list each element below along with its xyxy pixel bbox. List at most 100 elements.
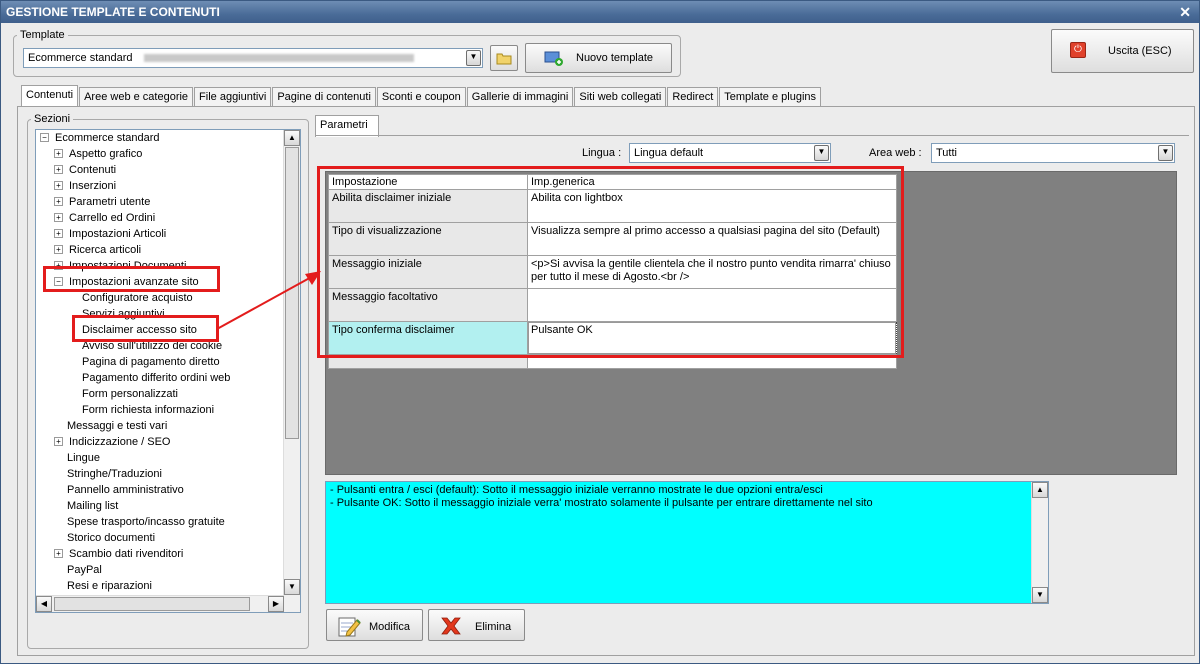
description-box[interactable]: - Pulsanti entra / esci (default): Sotto…	[325, 481, 1049, 604]
tab-template-plugins[interactable]: Template e plugins	[719, 87, 822, 107]
collapse-icon[interactable]: −	[40, 133, 49, 142]
tab-parametri[interactable]: Parametri	[315, 115, 379, 137]
tree-item-label: Scambio dati rivenditori	[69, 548, 184, 560]
tree-item-resi-riparazioni[interactable]: Resi e riparazioni	[67, 578, 152, 594]
template-select[interactable]: Ecommerce standard ▼	[23, 48, 483, 68]
tree-item-inserzioni[interactable]: + Inserzioni	[54, 178, 116, 194]
tree-item-stringhe-traduzioni[interactable]: Stringhe/Traduzioni	[67, 466, 162, 482]
tree-item-pagina-pagamento-diretto[interactable]: Pagina di pagamento diretto	[82, 354, 220, 370]
template-select-value: Ecommerce standard	[28, 52, 133, 64]
tree-item-lingue[interactable]: Lingue	[67, 450, 100, 466]
tree-item-paypal[interactable]: PayPal	[67, 562, 102, 578]
scroll-right-icon[interactable]: ▶	[268, 596, 284, 612]
expand-icon[interactable]: +	[54, 213, 63, 222]
tab-aree-web[interactable]: Aree web e categorie	[79, 87, 194, 107]
tree-horizontal-scrollbar[interactable]: ◀ ▶	[36, 595, 284, 612]
expand-icon[interactable]: +	[54, 181, 63, 190]
tree-item-impostazioni-articoli[interactable]: + Impostazioni Articoli	[54, 226, 166, 242]
scroll-left-icon[interactable]: ◀	[36, 596, 52, 612]
tree-item-label: Aspetto grafico	[69, 148, 143, 160]
tree-item-form-personalizzati[interactable]: Form personalizzati	[82, 386, 178, 402]
area-web-select[interactable]: Tutti ▼	[931, 143, 1175, 163]
lingua-label: Lingua :	[582, 147, 622, 159]
main-window: GESTIONE TEMPLATE E CONTENUTI ✕ Template…	[0, 0, 1200, 664]
new-template-button[interactable]: Nuovo template	[525, 43, 672, 73]
tree-item-carrello-ordini[interactable]: + Carrello ed Ordini	[54, 210, 155, 226]
tree-item-configuratore-acquisto[interactable]: Configuratore acquisto	[82, 290, 193, 306]
expand-icon[interactable]: +	[54, 245, 63, 254]
expand-icon[interactable]: +	[54, 149, 63, 158]
hscroll-thumb[interactable]	[54, 597, 250, 611]
tree-item-mailing-list[interactable]: Mailing list	[67, 498, 118, 514]
lingua-select[interactable]: Lingua default ▼	[629, 143, 831, 163]
exit-label: Uscita (ESC)	[1108, 45, 1172, 57]
tree-item-label: Pagamento differito ordini web	[82, 372, 231, 384]
title-bar: GESTIONE TEMPLATE E CONTENUTI ✕	[1, 1, 1199, 23]
new-template-label: Nuovo template	[576, 52, 654, 64]
tree-item-ecommerce-standard[interactable]: − Ecommerce standard	[40, 130, 160, 146]
tree-item-label: Messaggi e testi vari	[67, 420, 168, 432]
scroll-down-icon[interactable]: ▼	[284, 579, 300, 595]
tree-vertical-scrollbar[interactable]: ▲ ▼	[283, 130, 300, 612]
tree-item-pagamento-differito[interactable]: Pagamento differito ordini web	[82, 370, 230, 386]
sections-group-label: Sezioni	[31, 113, 74, 125]
tree-item-spese-trasporto[interactable]: Spese trasporto/incasso gratuite	[67, 514, 225, 530]
tree-item-storico-documenti[interactable]: Storico documenti	[67, 530, 155, 546]
tree-item-label: Contenuti	[69, 164, 117, 176]
tree-item-label: Indicizzazione / SEO	[69, 436, 171, 448]
expand-icon[interactable]: +	[54, 437, 63, 446]
close-icon[interactable]: ✕	[1179, 1, 1191, 23]
tree-item-label: Inserzioni	[69, 180, 117, 192]
scroll-up-icon[interactable]: ▲	[1032, 482, 1048, 498]
tree-item-label: Resi e riparazioni	[67, 580, 152, 592]
sections-tree[interactable]: − Ecommerce standard + Aspetto grafico + Co…	[35, 129, 301, 613]
tree-item-indicizzazione-seo[interactable]: + Indicizzazione / SEO	[54, 434, 171, 450]
tree-item-pannello-amministrativo[interactable]: Pannello amministrativo	[67, 482, 184, 498]
open-folder-button[interactable]	[490, 45, 518, 71]
area-web-label: Area web :	[869, 147, 922, 159]
lingua-select-value: Lingua default	[634, 147, 704, 159]
tree-item-aspetto-grafico[interactable]: + Aspetto grafico	[54, 146, 142, 162]
delete-button[interactable]: Elimina	[428, 609, 525, 641]
tree-item-label: Ricerca articoli	[69, 244, 142, 256]
scroll-up-icon[interactable]: ▲	[284, 130, 300, 146]
tree-item-parametri-utente[interactable]: + Parametri utente	[54, 194, 150, 210]
chevron-down-icon[interactable]: ▼	[1158, 145, 1173, 161]
add-template-icon	[544, 51, 563, 66]
expand-icon[interactable]: +	[54, 165, 63, 174]
tree-item-label: Carrello ed Ordini	[69, 212, 156, 224]
pencil-edit-icon	[338, 617, 361, 637]
tree-item-label: Parametri utente	[69, 196, 151, 208]
tab-sconti-coupon[interactable]: Sconti e coupon	[376, 87, 466, 107]
description-scrollbar[interactable]: ▲ ▼	[1031, 482, 1048, 603]
expand-icon[interactable]: +	[54, 549, 63, 558]
tree-item-label: Ecommerce standard	[55, 132, 160, 144]
tree-item-scambio-dati[interactable]: + Scambio dati rivenditori	[54, 546, 183, 562]
tab-file-aggiuntivi[interactable]: File aggiuntivi	[194, 87, 272, 107]
tab-redirect[interactable]: Redirect	[667, 87, 719, 107]
tree-item-label: Configuratore acquisto	[82, 292, 193, 304]
tab-pagine-contenuti[interactable]: Pagine di contenuti	[272, 87, 376, 107]
tree-item-contenuti[interactable]: + Contenuti	[54, 162, 116, 178]
edit-button[interactable]: Modifica	[326, 609, 423, 641]
tree-item-label: Stringhe/Traduzioni	[67, 468, 162, 480]
tab-siti-web-collegati[interactable]: Siti web collegati	[574, 87, 667, 107]
blurred-text	[143, 54, 414, 63]
expand-icon[interactable]: +	[54, 229, 63, 238]
tree-item-form-richiesta-informazioni[interactable]: Form richiesta informazioni	[82, 402, 214, 418]
tab-contenuti[interactable]: Contenuti	[21, 85, 79, 107]
tree-item-ricerca-articoli[interactable]: + Ricerca articoli	[54, 242, 141, 258]
chevron-down-icon[interactable]: ▼	[466, 50, 481, 66]
chevron-down-icon[interactable]: ▼	[814, 145, 829, 161]
delete-label: Elimina	[475, 621, 512, 633]
tab-gallerie-immagini[interactable]: Gallerie di immagini	[466, 87, 574, 107]
tree-item-label: PayPal	[67, 564, 102, 576]
tree-item-label: Lingue	[67, 452, 101, 464]
tree-item-messaggi-testi[interactable]: Messaggi e testi vari	[67, 418, 167, 434]
window-title: GESTIONE TEMPLATE E CONTENUTI	[6, 5, 220, 19]
scroll-down-icon[interactable]: ▼	[1032, 587, 1048, 603]
exit-button[interactable]: ⏻ Uscita (ESC)	[1051, 29, 1194, 73]
expand-icon[interactable]: +	[54, 197, 63, 206]
tree-item-label: Storico documenti	[67, 532, 156, 544]
tree-item-label: Impostazioni Articoli	[69, 228, 167, 240]
